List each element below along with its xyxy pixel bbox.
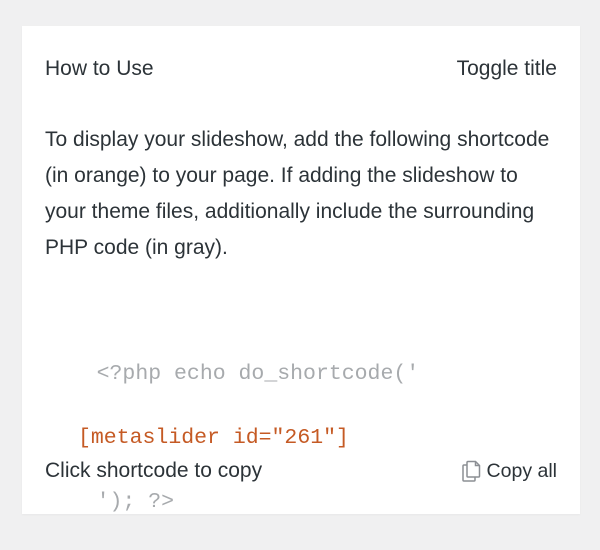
shortcode-code-block: <?php echo do_shortcode(' [metaslider id… bbox=[45, 326, 419, 550]
instructions-text: To display your slideshow, add the follo… bbox=[45, 128, 550, 259]
copy-hint: Click shortcode to copy bbox=[45, 459, 263, 482]
php-suffix: '); ?> bbox=[96, 490, 175, 514]
copy-all-label: Copy all bbox=[486, 460, 557, 482]
how-to-use-panel: How to Use Toggle title To display your … bbox=[22, 26, 580, 514]
shortcode-text[interactable]: [metaslider id="261"] bbox=[45, 422, 419, 454]
toggle-title-button[interactable]: Toggle title bbox=[457, 56, 557, 82]
panel-footer: Click shortcode to copy Copy all bbox=[45, 458, 557, 484]
panel-header: How to Use Toggle title bbox=[45, 56, 557, 82]
copy-icon bbox=[460, 459, 482, 483]
php-prefix: <?php echo do_shortcode(' bbox=[96, 362, 420, 386]
copy-all-button[interactable]: Copy all bbox=[460, 458, 557, 484]
panel-title: How to Use bbox=[45, 57, 154, 80]
